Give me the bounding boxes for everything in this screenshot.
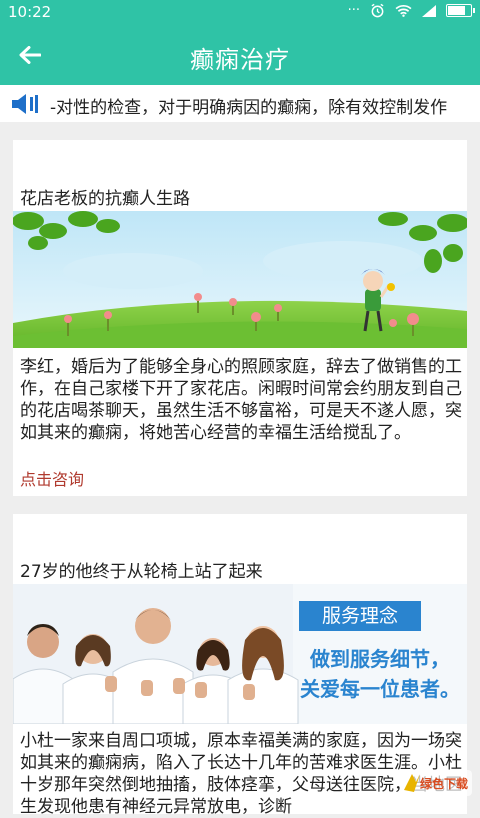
article-title[interactable]: 27岁的他终于从轮椅上站了起来 — [20, 557, 263, 582]
article-card[interactable]: 花店老板的抗癫人生路 李红，婚后为了能够全身心的照顾家庭，辞去了做销售的工作，在… — [13, 140, 467, 496]
signal-icon — [422, 4, 436, 17]
article-banner-image[interactable] — [13, 211, 467, 348]
divider — [0, 122, 480, 138]
wifi-icon — [395, 4, 412, 17]
status-bar: 10:22 ··· — [0, 0, 480, 25]
banner-line2: 关爱每一位患者。 — [300, 677, 460, 701]
more-dots-icon: ··· — [347, 3, 360, 18]
battery-icon — [446, 4, 475, 17]
notice-text: -对性的检查，对于明确病因的癫痫，除有效控制发作 — [50, 98, 448, 118]
banner-line1: 做到服务细节， — [309, 647, 450, 671]
doctors-photo: 服务理念 做到服务细节， 关爱每一位患者。 — [13, 584, 467, 724]
battery-level — [448, 6, 465, 15]
article-card[interactable]: 27岁的他终于从轮椅上站了起来 服务理念 做到服务细节， 关爱每一位患者。 小杜… — [13, 514, 467, 817]
app-bar: 癫痫治疗 — [0, 25, 480, 85]
page-title: 癫痫治疗 — [190, 46, 290, 74]
article-banner-image[interactable]: 服务理念 做到服务细节， 关爱每一位患者。 — [13, 584, 467, 724]
garden-illustration — [13, 211, 467, 348]
article-title[interactable]: 花店老板的抗癫人生路 — [20, 184, 190, 209]
consult-link[interactable]: 点击咨询 — [20, 466, 84, 490]
article-description: 李红，婚后为了能够全身心的照顾家庭，辞去了做销售的工作，在自己家楼下开了家花店。… — [20, 357, 462, 443]
watermark-text: 绿色下载 — [420, 776, 468, 791]
speaker-icon — [12, 94, 38, 114]
status-time: 10:22 — [8, 3, 52, 21]
banner-heading: 服务理念 — [322, 604, 398, 627]
watermark-logo: 绿色下载 — [400, 770, 472, 796]
article-description: 小杜一家来自周口项城，原本幸福美满的家庭，因为一场突如其来的癫痫病，陷入了长达十… — [20, 731, 462, 817]
alarm-icon — [371, 3, 384, 18]
notice-marquee[interactable]: -对性的检查，对于明确病因的癫痫，除有效控制发作 — [0, 85, 480, 122]
status-icons: ··· — [347, 3, 475, 18]
